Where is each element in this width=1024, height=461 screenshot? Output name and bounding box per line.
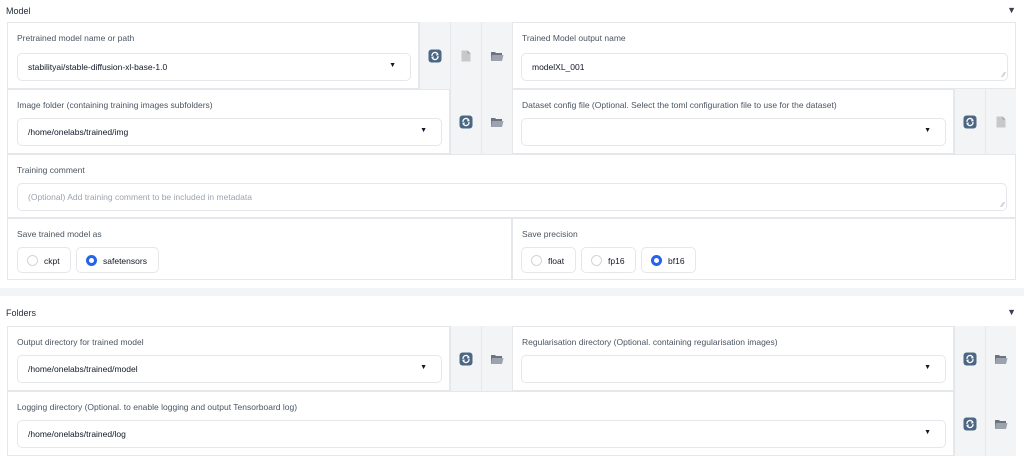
output-name-block: Trained Model output name modelXL_001 ⁄⁄ [512,22,1016,89]
resize-grip-icon[interactable]: ⁄⁄ [1003,72,1005,79]
output-dir-folder-button[interactable] [481,326,512,391]
radio-indicator [86,255,97,266]
output-name-label: Trained Model output name [522,33,626,43]
dropdown-caret-icon: ▼ [420,127,427,134]
section-divider [0,288,1024,296]
logging-dir-label: Logging directory (Optional. to enable l… [17,402,298,412]
dropdown-caret-icon: ▼ [924,127,931,134]
dataset-config-file-button[interactable] [985,89,1016,154]
save-precision-label: Save precision [522,229,578,239]
model-accordion-header[interactable]: Model ▼ [0,0,1024,22]
dropdown-caret-icon: ▼ [924,364,931,371]
image-folder-refresh-button[interactable] [450,89,481,154]
radio-indicator [591,255,602,266]
save-precision-block: Save precision float fp16 bf16 [512,218,1016,280]
refresh-icon [963,115,977,128]
radio-bf16[interactable]: bf16 [641,247,696,273]
reg-dir-label: Regularisation directory (Optional. cont… [522,337,778,347]
save-as-label: Save trained model as [17,229,102,239]
folder-icon [491,51,504,61]
reg-dir-refresh-button[interactable] [954,326,985,391]
refresh-icon [459,352,473,365]
model-section-title: Model [6,6,31,16]
pretrained-model-dropdown[interactable]: stabilityai/stable-diffusion-xl-base-1.0… [17,53,411,81]
dropdown-caret-icon: ▼ [389,62,396,69]
reg-dir-dropdown[interactable]: ▼ [521,355,946,383]
pretrained-file-button[interactable] [450,22,481,89]
training-comment-label: Training comment [17,165,85,175]
folders-section-title: Folders [6,308,37,318]
radio-ckpt[interactable]: ckpt [17,247,71,273]
pretrained-refresh-button[interactable] [419,22,450,89]
dropdown-caret-icon: ▼ [420,364,427,371]
radio-safetensors[interactable]: safetensors [76,247,159,273]
output-dir-refresh-button[interactable] [450,326,481,391]
collapse-arrow-icon[interactable]: ▼ [1007,5,1016,15]
logging-dir-dropdown[interactable]: /home/onelabs/trained/log ▼ [17,420,946,448]
refresh-icon [963,352,977,365]
folder-icon [995,354,1008,364]
training-comment-textarea[interactable]: (Optional) Add training comment to be in… [17,183,1007,211]
radio-indicator [651,255,662,266]
output-name-input[interactable]: modelXL_001 ⁄⁄ [521,53,1008,81]
image-folder-folder-button[interactable] [481,89,512,154]
refresh-icon [963,417,977,430]
output-dir-block: Output directory for trained model /home… [7,326,450,391]
dataset-config-block: Dataset config file (Optional. Select th… [512,89,954,154]
folder-icon [491,354,504,364]
pretrained-folder-button[interactable] [481,22,512,89]
folders-accordion-header[interactable]: Folders ▼ [0,302,1024,324]
image-folder-label: Image folder (containing training images… [17,100,213,110]
logging-dir-refresh-button[interactable] [954,391,985,456]
training-comment-block: Training comment (Optional) Add training… [7,154,1016,218]
dataset-config-dropdown[interactable]: ▼ [521,118,946,146]
save-as-block: Save trained model as ckpt safetensors [7,218,512,280]
reg-dir-folder-button[interactable] [985,326,1016,391]
logging-dir-block: Logging directory (Optional. to enable l… [7,391,954,456]
reg-dir-block: Regularisation directory (Optional. cont… [512,326,954,391]
image-folder-dropdown[interactable]: /home/onelabs/trained/img ▼ [17,118,442,146]
logging-dir-folder-button[interactable] [985,391,1016,456]
radio-fp16[interactable]: fp16 [581,247,636,273]
radio-indicator [531,255,542,266]
file-icon [461,50,471,61]
refresh-icon [428,49,442,62]
refresh-icon [459,115,473,128]
pretrained-model-block: Pretrained model name or path stabilitya… [7,22,419,89]
dropdown-caret-icon: ▼ [924,429,931,436]
radio-indicator [27,255,38,266]
pretrained-model-label: Pretrained model name or path [17,33,135,43]
folder-icon [491,117,504,127]
output-dir-label: Output directory for trained model [17,337,144,347]
file-icon [996,116,1006,127]
dataset-config-refresh-button[interactable] [954,89,985,154]
image-folder-block: Image folder (containing training images… [7,89,450,154]
radio-float[interactable]: float [521,247,576,273]
collapse-arrow-icon[interactable]: ▼ [1007,307,1016,317]
output-dir-dropdown[interactable]: /home/onelabs/trained/model ▼ [17,355,442,383]
resize-grip-icon[interactable]: ⁄⁄ [1002,202,1004,209]
folder-icon [995,419,1008,429]
dataset-config-label: Dataset config file (Optional. Select th… [522,100,837,110]
